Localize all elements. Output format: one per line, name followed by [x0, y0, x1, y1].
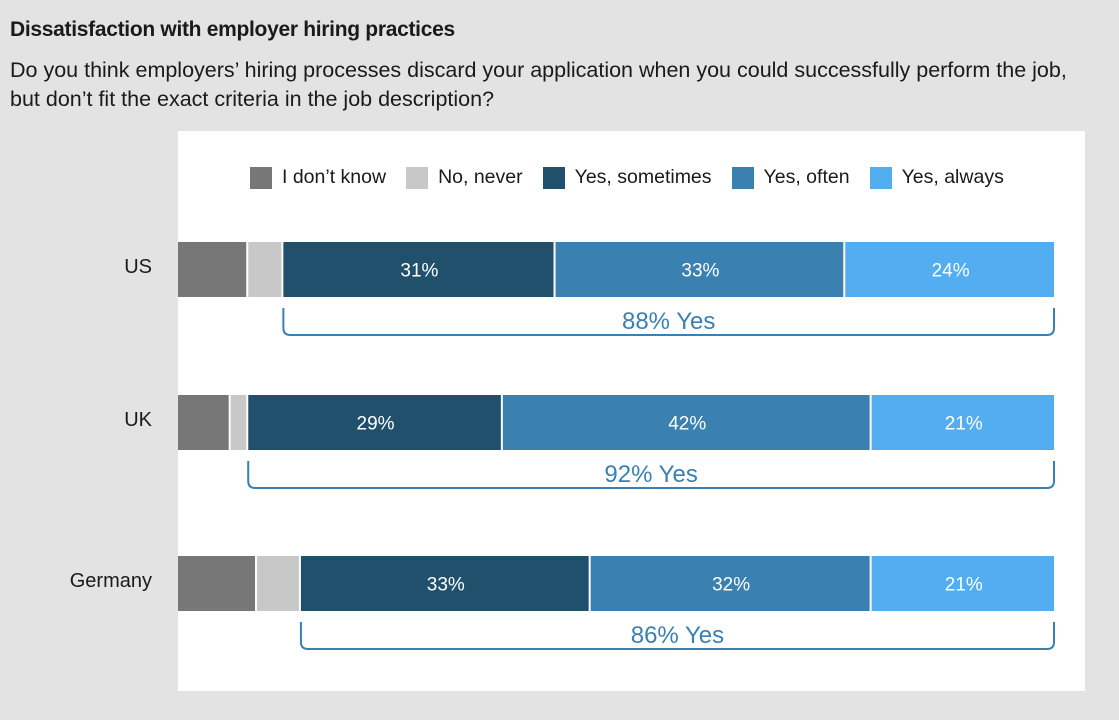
bar-label: 21% — [945, 575, 983, 596]
bar-label: 21% — [945, 414, 983, 435]
bar-segment-germany-no-never — [257, 556, 299, 611]
bar-segment-us-no-never — [248, 242, 282, 297]
bar-label: 42% — [668, 414, 706, 435]
bar-segment-uk-no-never — [230, 395, 247, 450]
bar-label: 33% — [427, 575, 465, 596]
bar-segment-germany-i-don-t-know — [178, 556, 256, 611]
bar-label: 32% — [712, 575, 750, 596]
yes-total-label: 92% Yes — [604, 461, 697, 488]
yes-total-label: 88% Yes — [622, 308, 715, 335]
bar-segment-uk-i-don-t-know — [178, 395, 229, 450]
bar-label: 31% — [400, 261, 438, 282]
bar-segment-us-i-don-t-know — [178, 242, 247, 297]
bar-label: 24% — [932, 261, 970, 282]
bar-label: 33% — [681, 261, 719, 282]
yes-total-label: 86% Yes — [631, 622, 724, 649]
bar-label: 29% — [357, 414, 395, 435]
chart-plot: 31% 33% 24% 88% Yes 29% 42% 21% 92% Yes 33% 32% 21… — [178, 242, 1055, 650]
